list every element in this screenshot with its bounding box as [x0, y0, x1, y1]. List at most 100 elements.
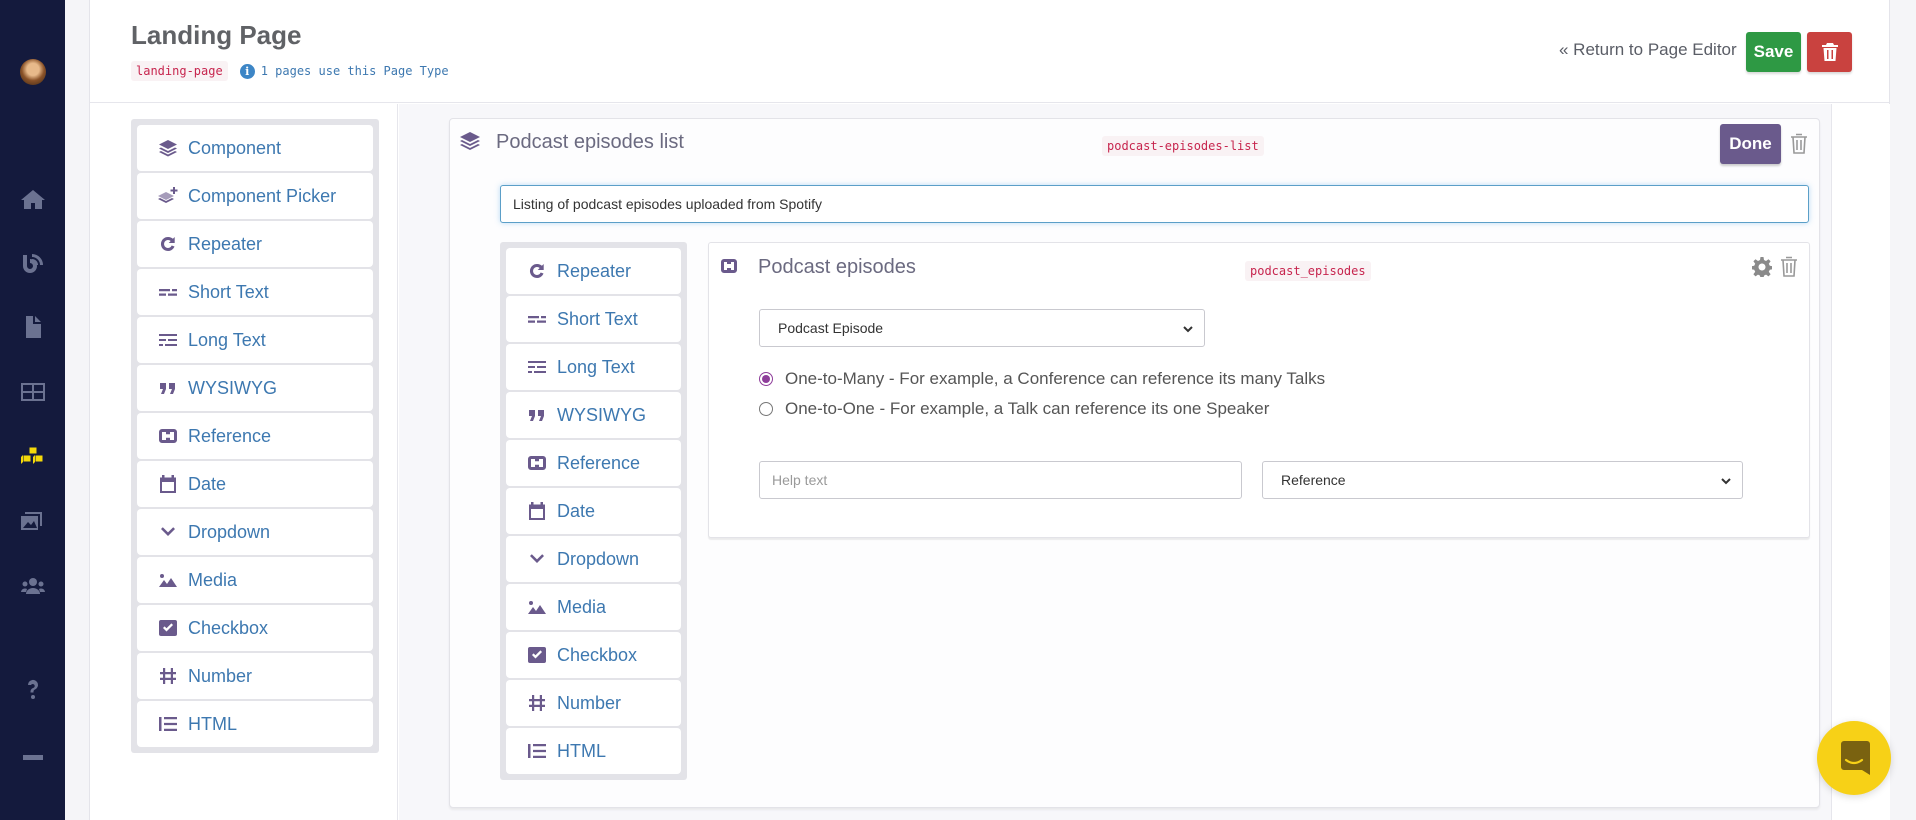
image-icon	[526, 597, 548, 617]
field-type-label: Component	[188, 137, 282, 158]
page-icon[interactable]	[18, 314, 48, 340]
field-type-short-text[interactable]: Short Text	[137, 269, 373, 315]
chevron-down-icon	[526, 549, 548, 569]
quote-icon	[526, 405, 548, 425]
done-button[interactable]: Done	[1720, 124, 1781, 164]
field-type-media[interactable]: Media	[506, 584, 681, 630]
field-type-date[interactable]: Date	[506, 488, 681, 534]
field-type-long-text[interactable]: Long Text	[506, 344, 681, 390]
app-sidebar	[0, 0, 65, 820]
field-type-label: Date	[557, 500, 596, 521]
chevron-down-icon	[1720, 474, 1732, 486]
collapse-bar-icon[interactable]	[18, 744, 48, 770]
checkbox-icon	[157, 618, 179, 638]
field-type-checkbox[interactable]: Checkbox	[506, 632, 681, 678]
field-type-label: WYSIWYG	[188, 377, 277, 398]
chevron-down-icon	[157, 522, 179, 542]
field-type-label: Reference	[557, 452, 641, 473]
field-type-label: Checkbox	[557, 644, 638, 665]
field-type-select[interactable]: Reference	[1262, 461, 1743, 499]
field-type-date[interactable]: Date	[137, 461, 373, 507]
field-type-label: HTML	[188, 713, 237, 734]
field-type-number[interactable]: Number	[506, 680, 681, 726]
component-key: podcast-episodes-list	[1102, 136, 1264, 156]
field-type-wysiwyg[interactable]: WYSIWYG	[506, 392, 681, 438]
component-field-palette: Repeater Short Text Long Text WYSIWYG Refere…	[500, 242, 687, 780]
relation-one-to-one-label: One-to-One - For example, a Talk can ref…	[785, 399, 1270, 418]
help-text-input[interactable]	[759, 461, 1242, 499]
long-text-icon	[157, 330, 179, 350]
reference-target-value: Podcast Episode	[778, 320, 884, 336]
radio-checked[interactable]	[759, 372, 773, 386]
delete-component-icon[interactable]	[1790, 133, 1808, 160]
field-type-label: HTML	[557, 740, 606, 761]
field-type-label: Short Text	[188, 281, 269, 302]
return-to-page-editor-link[interactable]: « Return to Page Editor	[1559, 40, 1737, 60]
field-type-reference[interactable]: Reference	[506, 440, 681, 486]
radio-unchecked[interactable]	[759, 402, 773, 416]
save-button[interactable]: Save	[1746, 32, 1801, 72]
field-type-media[interactable]: Media	[137, 557, 373, 603]
field-type-reference[interactable]: Reference	[137, 413, 373, 459]
users-group-icon[interactable]	[18, 573, 48, 599]
field-type-component[interactable]: Component	[137, 125, 373, 171]
field-type-label: Long Text	[557, 356, 635, 377]
media-gallery-icon[interactable]	[18, 508, 48, 534]
field-type-value: Reference	[1281, 472, 1346, 488]
layers-icon	[459, 130, 483, 154]
usage-count-link[interactable]: 1 pages use this Page Type	[261, 64, 449, 78]
components-cubes-icon[interactable]	[18, 444, 48, 470]
field-type-label: Media	[188, 569, 238, 590]
field-type-label: Date	[188, 473, 227, 494]
field-type-label: Number	[188, 665, 253, 686]
reference-field-title: Podcast episodes	[758, 256, 916, 278]
avatar[interactable]	[20, 59, 46, 85]
relation-one-to-one-radio[interactable]: One-to-One - For example, a Talk can ref…	[759, 399, 1269, 419]
field-type-wysiwyg[interactable]: WYSIWYG	[137, 365, 373, 411]
layers-icon	[157, 138, 179, 158]
field-type-html[interactable]: HTML	[506, 728, 681, 774]
quote-icon	[157, 378, 179, 398]
relation-one-to-many-radio[interactable]: One-to-Many - For example, a Conference …	[759, 369, 1325, 389]
long-text-icon	[526, 357, 548, 377]
home-icon[interactable]	[18, 186, 48, 212]
right-gutter	[1831, 104, 1890, 820]
field-type-repeater[interactable]: Repeater	[137, 221, 373, 267]
field-type-checkbox[interactable]: Checkbox	[137, 605, 373, 651]
field-type-short-text[interactable]: Short Text	[506, 296, 681, 342]
layout-grid-icon[interactable]	[18, 379, 48, 405]
delete-field-icon[interactable]	[1780, 256, 1798, 283]
reference-target-select[interactable]: Podcast Episode	[759, 309, 1205, 347]
redo-icon	[526, 261, 548, 281]
blog-feed-icon[interactable]	[18, 250, 48, 276]
field-type-label: Media	[557, 596, 607, 617]
reference-field-key: podcast_episodes	[1245, 261, 1371, 281]
field-type-dropdown[interactable]: Dropdown	[137, 509, 373, 555]
link-icon	[719, 257, 739, 280]
field-type-dropdown[interactable]: Dropdown	[506, 536, 681, 582]
hash-icon	[526, 693, 548, 713]
relation-one-to-many-label: One-to-Many - For example, a Conference …	[785, 369, 1326, 388]
chevron-down-icon	[1182, 322, 1194, 334]
chat-widget-button[interactable]	[1817, 721, 1891, 795]
info-icon: i	[239, 63, 255, 79]
gear-icon[interactable]	[1751, 257, 1773, 282]
field-type-repeater[interactable]: Repeater	[506, 248, 681, 294]
field-type-component-picker[interactable]: Component Picker	[137, 173, 373, 219]
layers-plus-icon	[157, 186, 179, 206]
field-type-number[interactable]: Number	[137, 653, 373, 699]
list-icon	[157, 714, 179, 734]
link-icon	[157, 426, 179, 446]
page-meta: landing-page i 1 pages use this Page Typ…	[131, 61, 449, 81]
field-type-label: Dropdown	[188, 521, 271, 542]
field-type-long-text[interactable]: Long Text	[137, 317, 373, 363]
delete-page-type-button[interactable]	[1807, 32, 1852, 72]
field-type-html[interactable]: HTML	[137, 701, 373, 747]
field-type-label: Checkbox	[188, 617, 269, 638]
list-icon	[526, 741, 548, 761]
page-type-slug: landing-page	[131, 61, 228, 81]
field-type-label: Short Text	[557, 308, 638, 329]
short-text-icon	[157, 282, 179, 302]
component-description-input[interactable]	[500, 185, 1809, 223]
help-question-icon[interactable]	[18, 676, 48, 702]
